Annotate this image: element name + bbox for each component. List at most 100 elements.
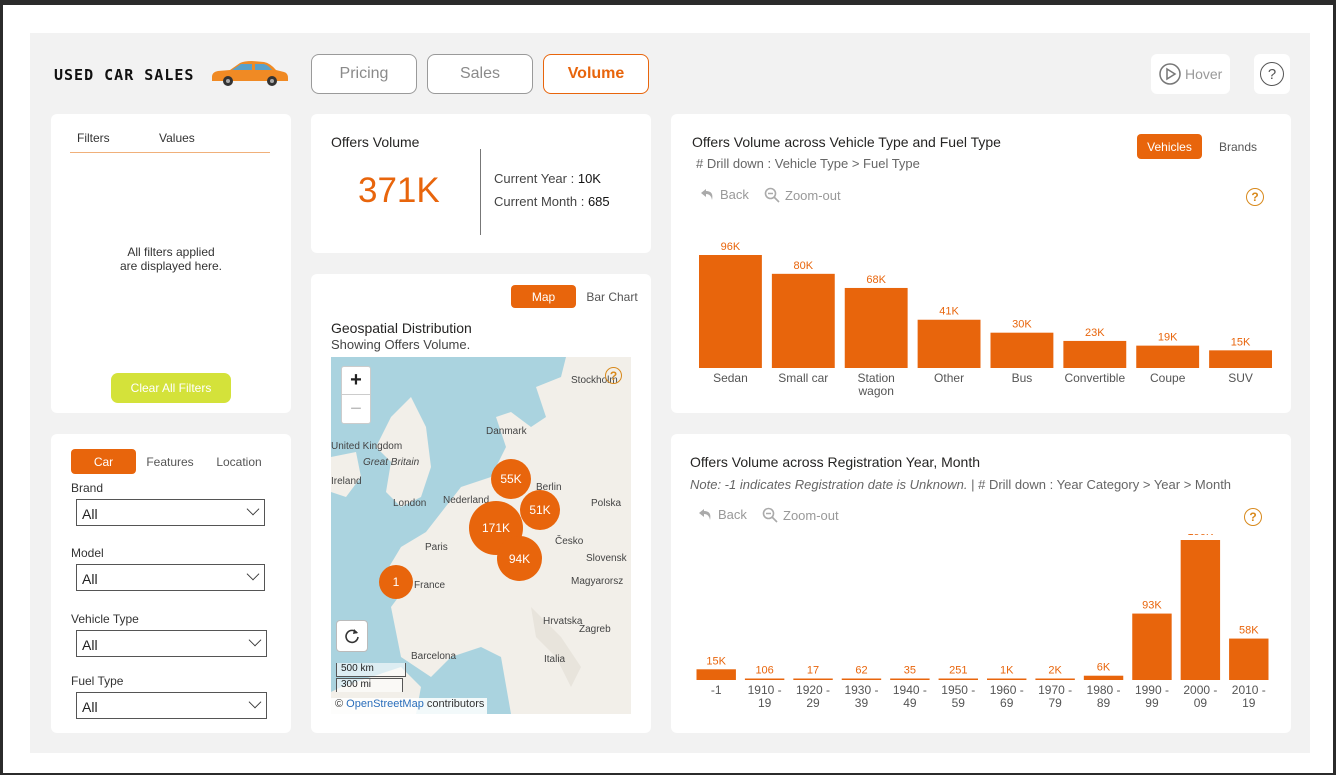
year-chart-note: Note: -1 indicates Registration date is … xyxy=(690,477,968,492)
report-canvas: USED CAR SALES Pricing Sales Volume Hove… xyxy=(30,33,1310,753)
geo-title: Geospatial Distribution xyxy=(331,320,472,336)
bar-value-label: 15K xyxy=(706,655,726,667)
vehicle-type-dropdown[interactable]: All xyxy=(76,630,267,657)
reset-view-button[interactable] xyxy=(336,620,368,652)
vehicle-zoom-out-button[interactable]: Zoom-out xyxy=(764,187,841,203)
map[interactable]: Stockholm Danmark United Kingdom Great B… xyxy=(331,357,631,714)
x-tick-label: Small car xyxy=(778,371,828,385)
bar-value-label: 23K xyxy=(1085,327,1105,339)
fuel-type-label: Fuel Type xyxy=(71,674,124,688)
map-label: Danmark xyxy=(486,426,527,437)
bar-value-label: 30K xyxy=(1012,319,1032,331)
map-label: Polska xyxy=(591,498,622,509)
tab-pricing[interactable]: Pricing xyxy=(311,54,417,94)
kpi-value: 371K xyxy=(358,171,440,210)
kpi-card: Offers Volume 371K Current Year : 10K Cu… xyxy=(311,114,651,253)
geo-card: Map Bar Chart Geospatial Distribution Sh… xyxy=(311,274,651,733)
map-label: Ireland xyxy=(331,476,362,487)
toggle-bar-chart[interactable]: Bar Chart xyxy=(583,285,641,308)
year-zoom-out-button[interactable]: Zoom-out xyxy=(762,507,839,523)
help-button[interactable]: ? xyxy=(1254,54,1290,94)
x-tick-label: Sedan xyxy=(713,371,748,385)
clear-all-filters-button[interactable]: Clear All Filters xyxy=(111,373,231,403)
fuel-type-dropdown[interactable]: All xyxy=(76,692,267,719)
map-label: Great Britain xyxy=(363,457,420,468)
vehicle-chart-help-icon[interactable]: ? xyxy=(1246,188,1264,206)
current-year: Current Year : 10K xyxy=(494,171,601,186)
hover-button[interactable]: Hover xyxy=(1151,54,1230,94)
model-dropdown[interactable]: All xyxy=(76,564,265,591)
model-value: All xyxy=(82,571,98,587)
brand-label: Brand xyxy=(71,481,104,495)
bar-value-label: 41K xyxy=(939,306,959,318)
tab-sales[interactable]: Sales xyxy=(427,54,533,94)
chevron-down-icon xyxy=(246,567,260,581)
back-arrow-icon xyxy=(701,189,713,200)
map-cluster[interactable]: 1 xyxy=(379,565,413,599)
x-tick-label: Other xyxy=(934,371,964,385)
app-frame: USED CAR SALES Pricing Sales Volume Hove… xyxy=(3,5,1333,773)
map-cluster[interactable]: 55K xyxy=(491,459,531,499)
x-tick-label: 1990 - xyxy=(1135,683,1169,697)
chart-bar xyxy=(844,287,908,368)
vehicle-type-label: Vehicle Type xyxy=(71,612,139,626)
bar-value-label: 6K xyxy=(1097,662,1111,674)
x-tick-label: 89 xyxy=(1097,696,1111,710)
x-tick-label: 09 xyxy=(1194,696,1208,710)
kpi-title: Offers Volume xyxy=(331,134,420,150)
slicer-tab-features[interactable]: Features xyxy=(140,449,200,474)
year-chart-card: Offers Volume across Registration Year, … xyxy=(671,434,1291,733)
tab-volume[interactable]: Volume xyxy=(543,54,649,94)
zoom-out-label: Zoom-out xyxy=(785,187,841,203)
map-cluster[interactable]: 51K xyxy=(520,490,560,530)
x-tick-label: -1 xyxy=(711,683,722,697)
osm-link[interactable]: OpenStreetMap xyxy=(346,698,424,710)
current-year-value: 10K xyxy=(577,171,601,186)
vehicle-back-button[interactable]: Back xyxy=(700,187,749,202)
fuel-type-value: All xyxy=(82,699,98,715)
zoom-out-button[interactable]: − xyxy=(342,395,370,423)
toggle-map[interactable]: Map xyxy=(511,285,576,308)
geo-subtitle: Showing Offers Volume. xyxy=(331,337,471,352)
map-label: London xyxy=(393,498,427,509)
x-tick-label: 2010 - xyxy=(1232,683,1266,697)
chart-bar xyxy=(771,273,835,368)
toggle-brands[interactable]: Brands xyxy=(1209,134,1267,159)
filters-empty-text: All filters applied are displayed here. xyxy=(51,245,291,273)
year-chart-help-icon[interactable]: ? xyxy=(1244,508,1262,526)
bar-value-label: 196K xyxy=(1188,534,1214,538)
help-icon: ? xyxy=(1260,62,1284,86)
x-tick-label: 59 xyxy=(952,696,966,710)
brand-dropdown[interactable]: All xyxy=(76,499,265,526)
chart-bar xyxy=(1209,350,1272,368)
map-label: Magyarorsz xyxy=(571,576,624,587)
slicer-panel: Car Features Location Brand All Model Al… xyxy=(51,434,291,733)
map-help-icon[interactable]: ? xyxy=(605,367,622,384)
x-tick-label: 1940 - xyxy=(893,683,927,697)
chart-bar xyxy=(696,669,736,680)
slicer-tab-location[interactable]: Location xyxy=(209,449,269,474)
car-icon xyxy=(212,61,288,86)
x-tick-label: 79 xyxy=(1048,696,1062,710)
x-tick-label: 1910 - xyxy=(748,683,782,697)
chevron-down-icon xyxy=(248,633,262,647)
chart-bar xyxy=(987,678,1027,680)
toggle-vehicles[interactable]: Vehicles xyxy=(1137,134,1202,159)
current-year-label: Current Year : xyxy=(494,171,575,186)
map-cluster[interactable]: 94K xyxy=(497,536,542,581)
year-back-button[interactable]: Back xyxy=(698,507,747,522)
bar-value-label: 106 xyxy=(755,665,773,677)
refresh-icon xyxy=(345,629,359,644)
x-tick-label: 1930 - xyxy=(844,683,878,697)
scale-km: 500 km xyxy=(336,663,406,677)
zoom-in-button[interactable]: + xyxy=(342,367,370,395)
x-tick-label: 49 xyxy=(903,696,917,710)
play-icon xyxy=(1159,63,1181,85)
values-col-header: Values xyxy=(159,131,195,145)
year-chart-title: Offers Volume across Registration Year, … xyxy=(690,454,981,470)
bar-value-label: 19K xyxy=(1158,332,1178,344)
slicer-tab-car[interactable]: Car xyxy=(71,449,136,474)
year-chart-subtitle: | # Drill down : Year Category > Year > … xyxy=(971,477,1232,492)
filters-panel: Filters Values All filters applied are d… xyxy=(51,114,291,413)
chart-bar xyxy=(938,678,978,680)
